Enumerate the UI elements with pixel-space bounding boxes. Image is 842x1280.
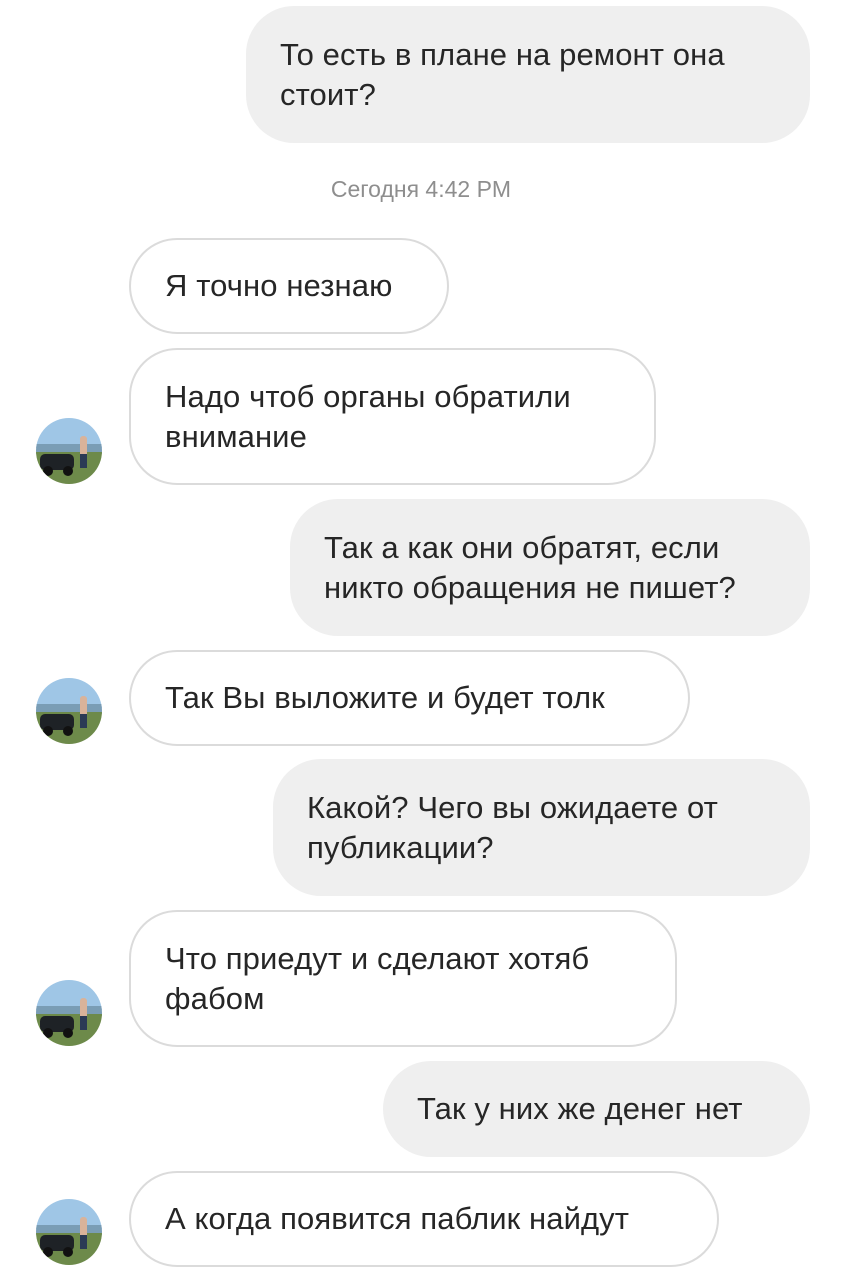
message-bubble-incoming[interactable]: А когда появится паблик найдут (129, 1171, 719, 1267)
message-text: Какой? Чего вы ожидаете от публикации? (307, 789, 718, 865)
chat-timestamp: Сегодня 4:42 PM (330, 176, 512, 202)
message-bubble-outgoing[interactable]: Какой? Чего вы ожидаете от публикации? (273, 759, 810, 896)
message-bubble-incoming[interactable]: Что приедут и сделают хотяб фабом (129, 910, 677, 1047)
avatar-photo-icon (36, 980, 102, 1046)
contact-avatar[interactable] (36, 418, 102, 484)
message-bubble-outgoing[interactable]: Так у них же денег нет (383, 1061, 810, 1157)
message-bubble-incoming[interactable]: Так Вы выложите и будет толк (129, 650, 690, 746)
message-text: А когда появится паблик найдут (165, 1201, 630, 1236)
message-text: Я точно незнаю (165, 268, 393, 303)
message-bubble-outgoing[interactable]: Так а как они обратят, если никто обраще… (290, 499, 810, 636)
message-text: То есть в плане на ремонт она стоит? (280, 36, 725, 112)
contact-avatar[interactable] (36, 678, 102, 744)
avatar-photo-icon (36, 418, 102, 484)
avatar-photo-icon (36, 678, 102, 744)
message-bubble-outgoing[interactable]: То есть в плане на ремонт она стоит? (246, 6, 810, 143)
contact-avatar[interactable] (36, 1199, 102, 1265)
message-text: Так у них же денег нет (417, 1091, 743, 1126)
avatar-photo-icon (36, 1199, 102, 1265)
message-text: Так Вы выложите и будет толк (165, 680, 605, 715)
message-bubble-incoming[interactable]: Я точно незнаю (129, 238, 449, 334)
contact-avatar[interactable] (36, 980, 102, 1046)
message-text: Надо чтоб органы обратили внимание (165, 378, 571, 454)
message-text: Что приедут и сделают хотяб фабом (165, 940, 590, 1016)
message-text: Так а как они обратят, если никто обраще… (324, 529, 736, 605)
message-bubble-incoming[interactable]: Надо чтоб органы обратили внимание (129, 348, 656, 485)
